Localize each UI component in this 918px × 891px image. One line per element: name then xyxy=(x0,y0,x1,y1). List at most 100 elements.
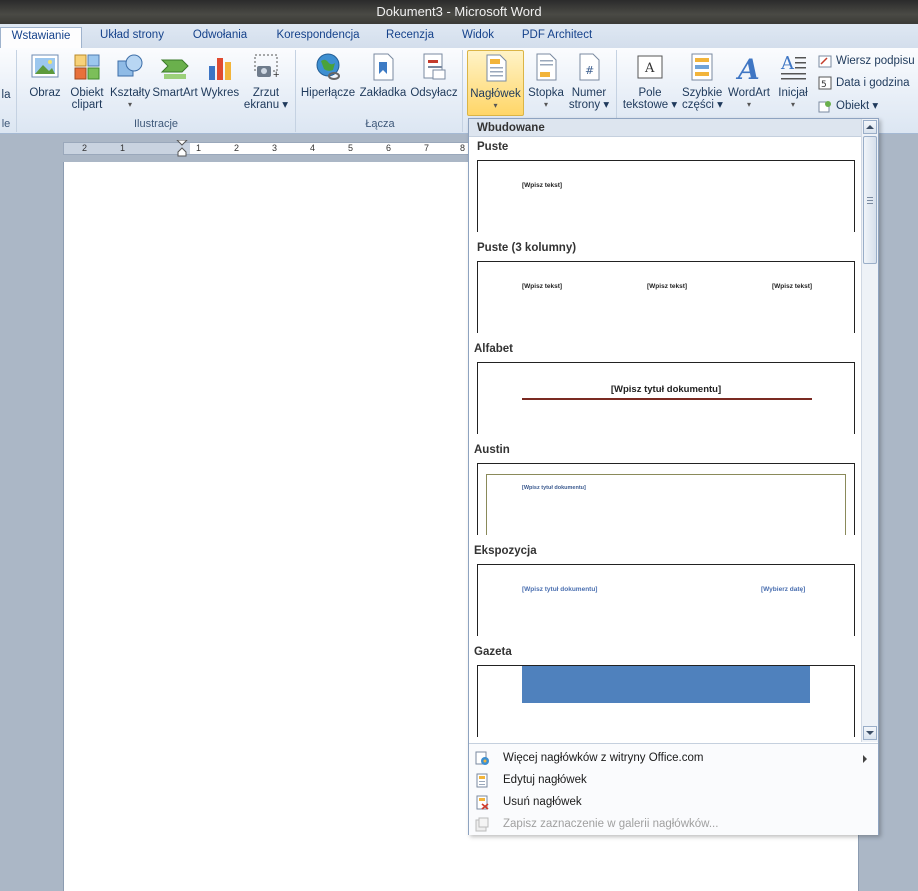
signature-line-icon xyxy=(818,54,832,68)
calendar-icon: 5 xyxy=(818,76,832,90)
gallery-item-label: Ekspozycja xyxy=(474,545,537,557)
group-separator xyxy=(462,50,463,132)
footer-icon xyxy=(531,52,561,82)
placeholder-text: [Wpisz tekst] xyxy=(522,182,563,189)
svg-text:A: A xyxy=(780,53,795,74)
chevron-up-icon xyxy=(866,125,874,129)
svg-text:A: A xyxy=(735,53,760,82)
smartart-button[interactable]: SmartArt xyxy=(152,52,198,99)
horizontal-ruler[interactable]: 2 1 1 2 3 4 5 6 7 8 xyxy=(63,140,471,158)
svg-text:+: + xyxy=(273,69,279,81)
scroll-thumb[interactable] xyxy=(863,136,877,264)
tab-pdf-architect[interactable]: PDF Architect xyxy=(514,27,600,48)
partial-button-label[interactable]: la xyxy=(0,89,12,101)
tab-recenzja[interactable]: Recenzja xyxy=(378,27,442,48)
svg-text:#: # xyxy=(585,64,594,77)
tab-widok[interactable]: Widok xyxy=(450,27,506,48)
partial-group-label: le xyxy=(1,118,11,130)
gallery-item-label: Puste xyxy=(477,141,509,153)
signature-line-button[interactable]: Wiersz podpisu xyxy=(818,54,915,68)
page-number-icon: # xyxy=(574,52,604,82)
date-time-button[interactable]: 5 Data i godzina xyxy=(818,76,910,90)
picture-icon xyxy=(30,52,60,82)
ruler-number: 1 xyxy=(196,143,202,153)
tab-korespondencja[interactable]: Korespondencja xyxy=(266,27,370,48)
submenu-arrow-icon xyxy=(863,755,867,763)
scroll-down-arrow[interactable] xyxy=(863,726,877,740)
page-number-button[interactable]: # Numer strony ▾ xyxy=(568,52,610,111)
ruler-number: 2 xyxy=(82,143,88,153)
object-icon xyxy=(818,99,832,113)
ruler-number: 3 xyxy=(272,143,278,153)
shapes-button[interactable]: Kształty ▾ xyxy=(110,52,150,111)
ruler-number: 1 xyxy=(120,143,126,153)
header-gallery: Puste [Wpisz tekst] Puste (3 kolumny) [W… xyxy=(469,138,861,742)
gallery-item-label: Austin xyxy=(474,444,510,456)
bookmark-icon xyxy=(368,52,398,82)
gallery-item-ekspozycja[interactable]: [Wpisz tytuł dokumentu] [Wybierz datę] xyxy=(477,564,855,636)
austin-frame xyxy=(486,474,846,535)
bar-chart-icon xyxy=(205,52,235,82)
tab-wstawianie[interactable]: Wstawianie xyxy=(0,27,82,48)
bookmark-button[interactable]: Zakładka xyxy=(358,52,408,99)
placeholder-text: [Wpisz tekst] xyxy=(522,283,563,290)
group-separator xyxy=(295,50,296,132)
placeholder-text: [Wpisz tytuł dokumentu] xyxy=(522,485,586,491)
header-icon xyxy=(481,53,511,83)
ruler-number: 2 xyxy=(234,143,240,153)
alfabet-rule xyxy=(522,398,812,400)
wordart-icon: A xyxy=(734,52,764,86)
gallery-scrollbar[interactable] xyxy=(861,119,878,742)
quick-parts-button[interactable]: Szybkie części ▾ xyxy=(682,52,723,111)
office-online-icon xyxy=(475,751,489,766)
tab-odwolania[interactable]: Odwołania xyxy=(182,27,258,48)
placeholder-text: [Wpisz tytuł dokumentu] xyxy=(610,384,722,395)
placeholder-text: [Wybierz datę] xyxy=(761,586,806,593)
gallery-item-gazeta[interactable] xyxy=(477,665,855,737)
quick-parts-icon xyxy=(687,52,717,82)
gallery-item-puste-3-kolumny[interactable]: [Wpisz tekst] [Wpisz tekst] [Wpisz tekst… xyxy=(477,261,855,333)
hyperlink-button[interactable]: Hiperłącze xyxy=(300,52,356,99)
save-selection-item: Zapisz zaznaczenie w galerii nagłówków..… xyxy=(469,814,878,836)
insert-picture-button[interactable]: Obraz xyxy=(26,52,64,99)
ruler-number: 7 xyxy=(424,143,430,153)
text-box-icon: A xyxy=(635,52,665,82)
placeholder-text: [Wpisz tekst] xyxy=(772,283,813,290)
screenshot-icon: + xyxy=(251,52,281,82)
gallery-item-puste[interactable]: [Wpisz tekst] xyxy=(477,160,855,232)
edit-header-icon xyxy=(475,773,489,788)
gallery-item-label: Puste (3 kolumny) xyxy=(477,242,577,254)
clipart-icon xyxy=(72,52,102,82)
svg-text:5: 5 xyxy=(821,80,827,90)
edit-header-item[interactable]: Edytuj nagłówek xyxy=(469,770,878,792)
insert-clipart-button[interactable]: Obiekt clipart xyxy=(66,52,108,111)
scroll-up-arrow[interactable] xyxy=(863,120,877,134)
drop-cap-button[interactable]: A Inicjał ▾ xyxy=(774,52,812,111)
object-button[interactable]: Obiekt ▾ xyxy=(818,98,878,113)
gallery-item-label: Gazeta xyxy=(474,646,512,658)
gallery-item-austin[interactable]: [Wpisz tytuł dokumentu] xyxy=(477,463,855,535)
hyperlink-globe-icon xyxy=(313,52,343,82)
footer-button[interactable]: Stopka ▾ xyxy=(526,52,566,111)
grip-icon xyxy=(867,197,873,204)
header-gallery-dropdown: Wbudowane Puste [Wpisz tekst] Puste (3 k… xyxy=(468,118,879,835)
ruler-number: 4 xyxy=(310,143,316,153)
tab-uklad-strony[interactable]: Układ strony xyxy=(88,27,176,48)
drop-cap-icon: A xyxy=(778,52,808,82)
more-headers-item[interactable]: Więcej nagłówków z witryny Office.com xyxy=(469,748,878,770)
cross-reference-icon xyxy=(419,52,449,82)
screenshot-button[interactable]: + Zrzut ekranu ▾ xyxy=(242,52,290,111)
remove-header-item[interactable]: Usuń nagłówek xyxy=(469,792,878,814)
wordart-button[interactable]: A WordArt ▾ xyxy=(724,52,774,111)
window-title: Dokument3 - Microsoft Word xyxy=(376,4,542,19)
smartart-icon xyxy=(160,52,190,82)
header-button[interactable]: Nagłówek ▾ xyxy=(467,50,524,116)
text-box-button[interactable]: A Pole tekstowe ▾ xyxy=(620,52,680,111)
indent-marker-icon[interactable] xyxy=(176,140,188,158)
chart-button[interactable]: Wykres xyxy=(200,52,240,99)
title-bar: Dokument3 - Microsoft Word xyxy=(0,0,918,24)
cross-reference-button[interactable]: Odsyłacz xyxy=(410,52,458,99)
ruler-number: 5 xyxy=(348,143,354,153)
gallery-item-alfabet[interactable]: [Wpisz tytuł dokumentu] xyxy=(477,362,855,434)
shapes-icon xyxy=(115,52,145,82)
